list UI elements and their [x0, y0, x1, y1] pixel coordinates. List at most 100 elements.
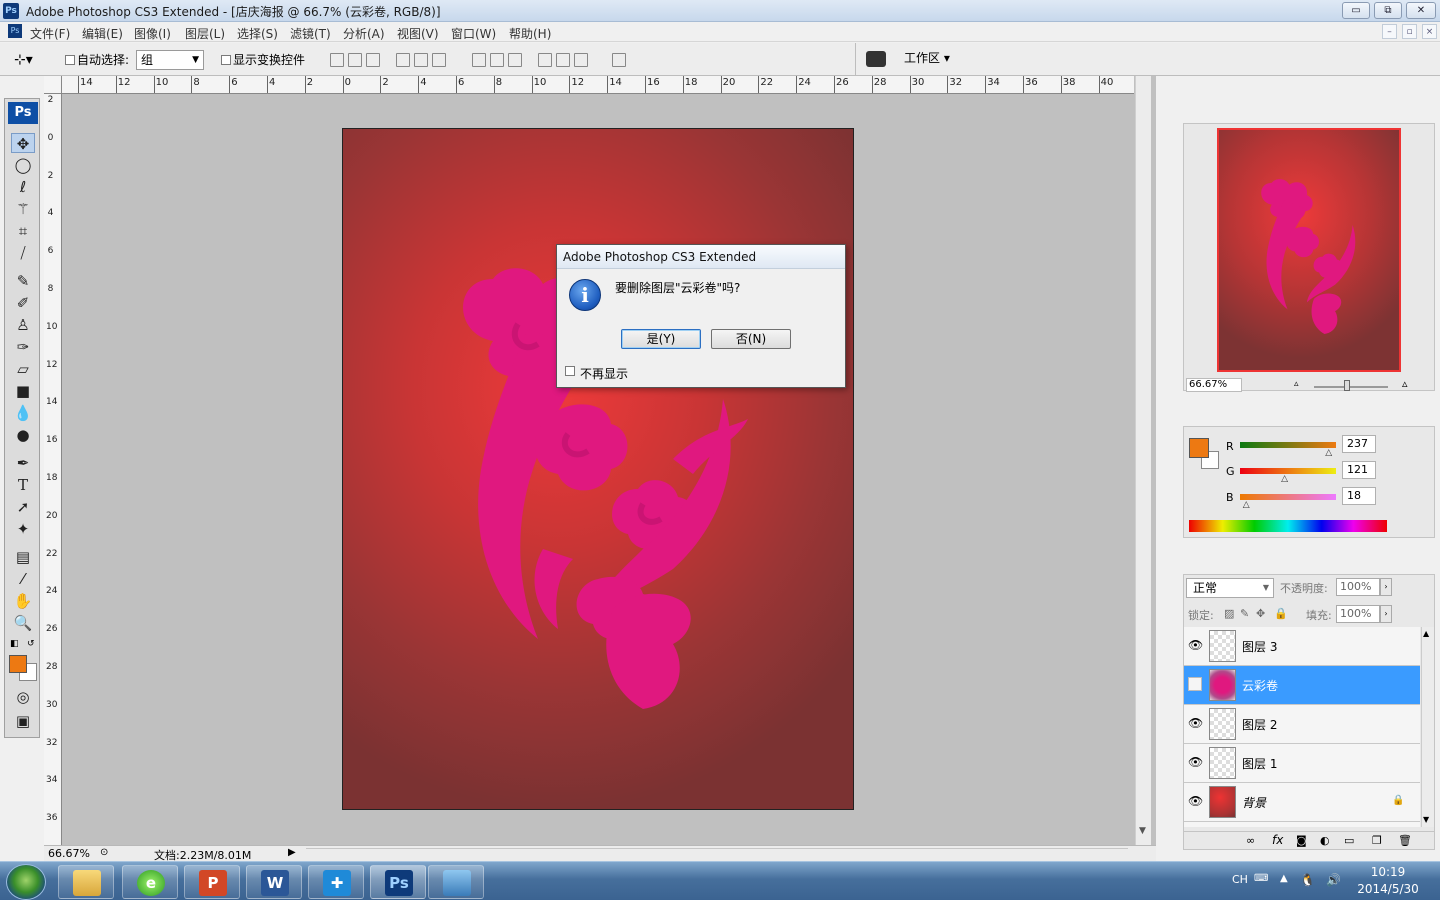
status-menu-arrow-icon[interactable]: ▶: [288, 847, 296, 858]
trash-icon[interactable]: 🗑: [1398, 834, 1412, 847]
doc-minimize-button[interactable]: –: [1382, 24, 1397, 39]
vertical-scrollbar[interactable]: ▼: [1135, 76, 1151, 846]
slice-icon[interactable]: ⧸: [11, 243, 35, 263]
notes-icon[interactable]: ▤: [11, 547, 35, 567]
layers-scrollbar[interactable]: ▲ ▼: [1421, 627, 1434, 827]
green-value[interactable]: 121: [1342, 461, 1376, 479]
zoom-slider[interactable]: [1314, 386, 1388, 388]
show-transform-checkbox[interactable]: [221, 55, 231, 65]
eyedropper-icon[interactable]: ⁄: [11, 569, 35, 589]
red-value[interactable]: 237: [1342, 435, 1376, 453]
auto-align-icon[interactable]: [612, 53, 626, 67]
swap-colors-icon[interactable]: ↺: [27, 639, 35, 649]
align-left-icon[interactable]: [396, 53, 410, 67]
default-colors-icon[interactable]: ◧: [10, 639, 19, 649]
document-canvas[interactable]: [342, 128, 854, 810]
align-bottom-icon[interactable]: [366, 53, 380, 67]
keyboard-icon[interactable]: ⌨: [1254, 873, 1268, 884]
menu-layer[interactable]: 图层(L): [185, 25, 225, 42]
layer-name[interactable]: 背景: [1242, 794, 1266, 811]
layer-name[interactable]: 图层 3: [1242, 638, 1277, 655]
taskbar-360[interactable]: e: [122, 865, 178, 899]
horizontal-scrollbar[interactable]: [306, 848, 1128, 859]
red-slider[interactable]: [1240, 442, 1336, 448]
ruler-left[interactable]: 2 0 2 4 6 8 10 12 14 16 18 20 22 24 26 28 30 32 34 36: [44, 94, 62, 846]
foreground-color-swatch[interactable]: [1189, 438, 1209, 458]
navigator-preview[interactable]: [1217, 128, 1401, 372]
scroll-down-icon[interactable]: ▼: [1423, 815, 1429, 824]
custom-shape-icon[interactable]: ✦: [11, 519, 35, 539]
path-selection-icon[interactable]: ➚: [11, 497, 35, 517]
background-thumbnail[interactable]: [1209, 786, 1236, 818]
distribute-right-icon[interactable]: [574, 53, 588, 67]
no-button[interactable]: 否(N): [711, 329, 791, 349]
hand-icon[interactable]: ✋: [11, 591, 35, 611]
new-layer-icon[interactable]: ❐: [1372, 834, 1382, 847]
close-button[interactable]: ✕: [1406, 2, 1436, 19]
auto-select-checkbox[interactable]: [65, 55, 75, 65]
clone-stamp-icon[interactable]: ♙: [11, 315, 35, 335]
tray-expand-icon[interactable]: ▲: [1280, 873, 1288, 884]
green-slider-thumb[interactable]: △: [1281, 474, 1288, 484]
dodge-icon[interactable]: ●: [11, 425, 35, 445]
layer-thumbnail[interactable]: [1209, 708, 1236, 740]
clock-date[interactable]: 2014/5/30: [1350, 882, 1426, 896]
scroll-down-icon[interactable]: ▼: [1139, 826, 1146, 836]
menu-edit[interactable]: 编辑(E): [82, 25, 123, 42]
dont-show-checkbox[interactable]: [565, 366, 575, 376]
scroll-up-icon[interactable]: ▲: [1423, 629, 1429, 638]
folder-icon[interactable]: ▭: [1344, 834, 1354, 847]
taskbar-app5[interactable]: ✚: [308, 865, 364, 899]
align-vcenter-icon[interactable]: [348, 53, 362, 67]
photoshop-logo-icon[interactable]: Ps: [8, 102, 38, 124]
layer-name[interactable]: 图层 1: [1242, 755, 1277, 772]
lock-position-icon[interactable]: ✥: [1256, 607, 1265, 620]
mask-icon[interactable]: ◙: [1296, 834, 1307, 847]
layer-thumbnail[interactable]: [1209, 747, 1236, 779]
move-tool-preset-icon[interactable]: ⊹▾: [14, 49, 48, 71]
doc-restore-button[interactable]: ▫: [1402, 24, 1417, 39]
lock-all-icon[interactable]: 🔒: [1274, 607, 1288, 620]
zoom-icon[interactable]: 🔍: [11, 613, 35, 633]
align-top-icon[interactable]: [330, 53, 344, 67]
workspace-button[interactable]: 工作区 ▾: [904, 49, 950, 66]
align-right-icon[interactable]: [432, 53, 446, 67]
pen-icon[interactable]: ✒: [11, 453, 35, 473]
navigator-zoom-field[interactable]: 66.67%: [1186, 378, 1242, 392]
minimize-button[interactable]: ▭: [1342, 2, 1370, 19]
layer-row-background[interactable]: 👁 背景 🔒: [1184, 783, 1420, 822]
eye-icon[interactable]: 👁: [1188, 755, 1203, 769]
quick-mask-icon[interactable]: ◎: [11, 687, 35, 707]
taskbar-powerpoint[interactable]: P: [184, 865, 240, 899]
blue-slider[interactable]: [1240, 494, 1336, 500]
eye-icon[interactable]: 👁: [1188, 794, 1203, 808]
lock-transparent-icon[interactable]: ▨: [1224, 607, 1234, 620]
move-tool-icon[interactable]: ✥: [11, 133, 35, 153]
blue-slider-thumb[interactable]: △: [1243, 500, 1250, 510]
auto-select-dropdown[interactable]: 组 ▼: [136, 50, 204, 70]
menu-filter[interactable]: 滤镜(T): [290, 25, 331, 42]
menu-select[interactable]: 选择(S): [237, 25, 278, 42]
adjustment-icon[interactable]: ◐: [1320, 834, 1330, 847]
layer-row-cloud-swirl[interactable]: 云彩卷: [1184, 666, 1420, 705]
zoom-slider-thumb[interactable]: [1344, 380, 1350, 391]
lock-pixels-icon[interactable]: ✎: [1240, 607, 1249, 620]
screen-mode-icon[interactable]: ▣: [11, 711, 35, 731]
menu-analysis[interactable]: 分析(A): [343, 25, 385, 42]
clock-time[interactable]: 10:19: [1350, 865, 1426, 879]
eye-icon[interactable]: 👁: [1188, 638, 1203, 652]
eye-icon[interactable]: 👁: [1188, 716, 1203, 730]
taskbar-photoshop[interactable]: Ps: [370, 865, 426, 899]
eye-hidden-icon[interactable]: [1188, 677, 1202, 691]
align-hcenter-icon[interactable]: [414, 53, 428, 67]
volume-icon[interactable]: 🔊: [1326, 873, 1341, 887]
link-icon[interactable]: ∞: [1246, 834, 1255, 847]
eraser-icon[interactable]: ▱: [11, 359, 35, 379]
layer-name[interactable]: 云彩卷: [1242, 677, 1278, 694]
menu-help[interactable]: 帮助(H): [509, 25, 551, 42]
menu-file[interactable]: 文件(F): [30, 25, 70, 42]
start-button[interactable]: [6, 864, 46, 900]
opacity-field[interactable]: 100%: [1336, 578, 1380, 596]
distribute-hcenter-icon[interactable]: [556, 53, 570, 67]
red-slider-thumb[interactable]: △: [1325, 448, 1332, 458]
